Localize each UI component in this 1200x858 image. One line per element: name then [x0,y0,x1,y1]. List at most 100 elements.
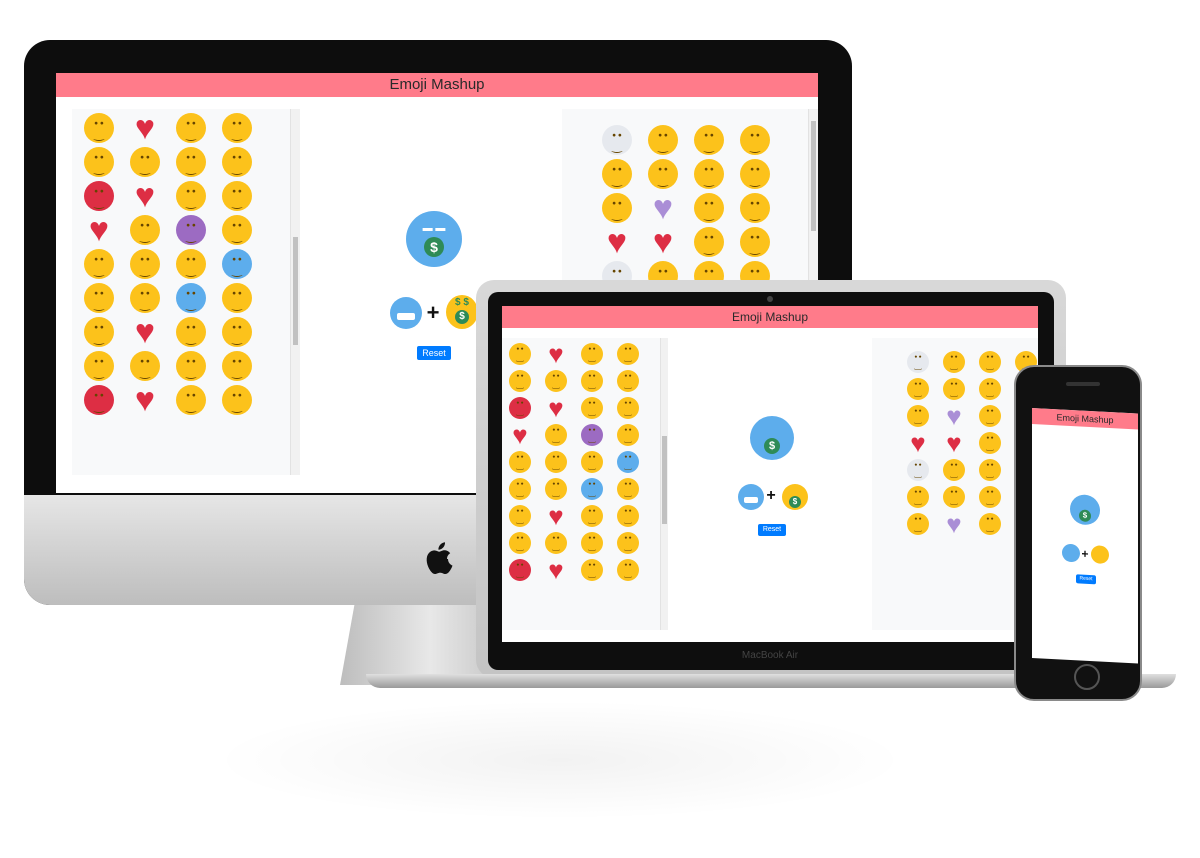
emoji-option[interactable]: ‿● ● [502,448,538,475]
selected-emoji-right[interactable] [1091,545,1109,565]
left-emoji-panel[interactable]: ‿ ● ● ♥ ‿ ● ● ‿ ● ● ‿ ● ● ‿ ● ● ‿ ● ● ‿ ● ● ‿ ● ● ♥ ‿ ● ● ‿ ●… [72,109,292,475]
emoji-option[interactable]: ♥ [122,315,168,349]
emoji-option[interactable]: ♥ [594,225,640,259]
selected-emoji-left[interactable] [738,484,764,510]
emoji-option[interactable]: ‿● ● [214,383,260,417]
emoji-option[interactable]: ‿● ● [168,179,214,213]
emoji-option[interactable]: ‿● ● [972,402,1008,429]
left-panel-scrollbar[interactable] [290,109,300,475]
emoji-option[interactable]: ‿● ● [900,402,936,429]
emoji-option[interactable]: ‿● ● [122,281,168,315]
emoji-option[interactable]: ‿● ● [76,315,122,349]
emoji-option[interactable]: ♥ [122,179,168,213]
reset-button[interactable]: Reset [417,346,451,360]
emoji-option[interactable]: ‿● ● [76,349,122,383]
left-panel-scroll-thumb[interactable] [662,436,667,524]
emoji-option[interactable]: ‿● ● [972,429,1008,456]
emoji-option[interactable]: ‿● ● [686,123,732,157]
emoji-option[interactable]: ‿● ● [214,315,260,349]
left-panel-scrollbar[interactable] [660,338,668,630]
emoji-option[interactable]: ‿● ● [610,475,646,502]
emoji-option[interactable]: ‿● ● [502,502,538,529]
emoji-option[interactable]: ‿● ● [502,394,538,421]
emoji-option[interactable]: ‿● ● [972,375,1008,402]
emoji-option[interactable]: ‿● ● [972,483,1008,510]
emoji-option[interactable]: ‿● ● [168,281,214,315]
emoji-option[interactable]: ‿● ● [574,448,610,475]
emoji-option[interactable]: ‿● ● [538,367,574,394]
selected-emoji-left[interactable] [1062,543,1080,563]
emoji-option[interactable]: ‿● ● [732,157,778,191]
emoji-option[interactable]: ‿● ● [214,179,260,213]
emoji-option[interactable]: ‿● ● [214,349,260,383]
emoji-option[interactable]: ‿● ● [214,213,260,247]
emoji-option[interactable]: ♥ [122,383,168,417]
emoji-option[interactable]: ‿● ● [640,157,686,191]
emoji-option[interactable]: ‿● ● [936,348,972,375]
emoji-option[interactable]: ‿● ● [610,502,646,529]
emoji-option[interactable]: ‿● ● [936,375,972,402]
reset-button[interactable]: Reset [1076,574,1096,585]
emoji-option[interactable]: ‿● ● [610,340,646,367]
emoji-option[interactable]: ‿● ● [574,367,610,394]
emoji-option[interactable]: ‿● ● [502,367,538,394]
emoji-option[interactable]: ‿● ● [594,123,640,157]
emoji-option[interactable]: ‿● ● [502,556,538,583]
emoji-option[interactable]: ‿● ● [610,367,646,394]
emoji-option[interactable]: ♥ [538,394,574,421]
emoji-option[interactable]: ‿● ● [574,475,610,502]
emoji-option[interactable]: ‿● ● [502,340,538,367]
emoji-option[interactable]: ‿● ● [732,191,778,225]
left-panel-scroll-thumb[interactable] [293,237,298,345]
emoji-option[interactable]: ♥ [900,429,936,456]
emoji-option[interactable]: ‿● ● [574,340,610,367]
emoji-option[interactable]: ‿● ● [610,394,646,421]
emoji-option[interactable]: ‿● ● [972,510,1008,537]
emoji-option[interactable]: ‿● ● [732,123,778,157]
emoji-option[interactable]: ‿● ● [610,448,646,475]
emoji-option[interactable]: ‿● ● [502,475,538,502]
emoji-option[interactable]: ‿● ● [538,421,574,448]
emoji-option[interactable]: ‿● ● [76,383,122,417]
emoji-option[interactable]: ‿● ● [538,448,574,475]
emoji-option[interactable]: ‿● ● [168,247,214,281]
emoji-option[interactable]: ‿● ● [168,349,214,383]
emoji-option[interactable]: ‿● ● [574,502,610,529]
emoji-option[interactable]: ‿● ● [168,145,214,179]
emoji-option[interactable]: ‿● ● [972,456,1008,483]
emoji-option[interactable]: ‿● ● [610,529,646,556]
selected-emoji-left[interactable] [390,297,422,329]
emoji-option[interactable]: ‿● ● [76,111,122,145]
emoji-option[interactable]: ‿● ● [594,157,640,191]
emoji-option[interactable]: ‿● ● [76,145,122,179]
emoji-option[interactable]: ♥ [936,510,972,537]
emoji-option[interactable]: ‿● ● [214,281,260,315]
emoji-option[interactable]: ‿● ● [168,213,214,247]
emoji-option[interactable]: ♥ [640,191,686,225]
emoji-option[interactable]: ‿● ● [574,421,610,448]
emoji-option[interactable]: ‿● ● [574,529,610,556]
emoji-option[interactable]: ‿● ● [732,225,778,259]
emoji-option[interactable]: ‿● ● [640,123,686,157]
emoji-option[interactable]: ‿● ● [900,456,936,483]
emoji-option[interactable]: ‿● ● [610,556,646,583]
emoji-option[interactable]: ‿● ● [972,348,1008,375]
emoji-option[interactable]: ‿● ● [900,483,936,510]
left-emoji-panel[interactable]: ‿ ● ● ♥ ‿ ● ● ‿ ● ● ‿ ● ● ‿ ● ● ‿ ● ● ‿ ● ● ‿ ● ● ♥ ‿ ● ● ‿ ●… [502,338,660,630]
emoji-option[interactable]: ‿● ● [122,247,168,281]
emoji-option[interactable]: ‿● ● [502,529,538,556]
emoji-option[interactable]: ‿● ● [214,111,260,145]
emoji-option[interactable]: ♥ [502,421,538,448]
emoji-option[interactable]: ‿● ● [214,247,260,281]
emoji-option[interactable]: ‿● ● [686,225,732,259]
emoji-option[interactable]: ‿● ● [168,383,214,417]
emoji-option[interactable]: ‿● ● [610,421,646,448]
selected-emoji-right[interactable]: $ [782,484,808,510]
emoji-option[interactable]: ‿● ● [122,145,168,179]
emoji-option[interactable]: ‿● ● [168,111,214,145]
emoji-option[interactable]: ‿● ● [538,529,574,556]
emoji-option[interactable]: ‿● ● [936,483,972,510]
emoji-option[interactable]: ♥ [538,340,574,367]
emoji-option[interactable]: ♥ [76,213,122,247]
emoji-option[interactable]: ‿● ● [900,375,936,402]
